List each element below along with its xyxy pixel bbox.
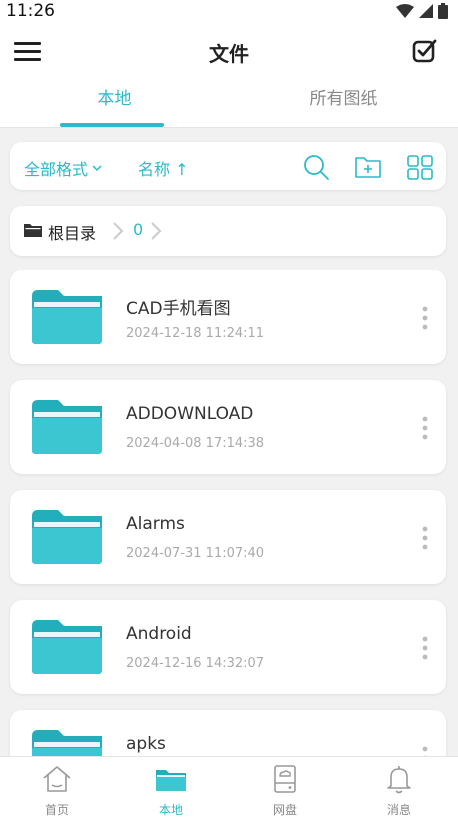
list-item[interactable]: ADDOWNLOAD 2024-04-08 17:14:38 (10, 380, 446, 474)
nav-local[interactable]: 本地 (114, 757, 228, 820)
nav-cloud-drive[interactable]: 网盘 (228, 757, 342, 820)
chevron-right-icon (151, 222, 162, 240)
format-filter-label: 全部格式 (24, 160, 89, 179)
file-date: 2024-12-16 14:32:07 (126, 656, 265, 671)
more-options-icon[interactable] (422, 636, 428, 660)
tab-all-drawings[interactable]: 所有图纸 (229, 84, 458, 109)
nav-cloud-drive-label: 网盘 (272, 803, 297, 817)
search-icon[interactable] (302, 153, 330, 181)
chevron-down-icon (92, 165, 102, 172)
folder-icon (32, 290, 102, 344)
folder-icon (156, 770, 186, 791)
file-name: Alarms (126, 514, 185, 534)
file-name: ADDOWNLOAD (126, 404, 254, 424)
bottom-navigation: 首页 本地 网盘 消息 (0, 756, 458, 820)
file-name: Android (126, 624, 192, 644)
cloud-drive-icon (274, 765, 296, 793)
tab-local[interactable]: 本地 (0, 84, 229, 109)
list-item[interactable]: CAD手机看图 2024-12-18 11:24:11 (10, 270, 446, 364)
status-bar: 11:26 (0, 0, 458, 22)
nav-messages[interactable]: 消息 (342, 757, 456, 820)
folder-icon (32, 730, 102, 756)
battery-icon (438, 3, 448, 19)
folder-icon (32, 510, 102, 564)
nav-local-label: 本地 (158, 803, 183, 817)
multi-select-icon[interactable] (412, 38, 438, 64)
status-time: 11:26 (6, 1, 55, 21)
file-date: 2024-04-08 17:14:38 (126, 436, 265, 451)
breadcrumb-current[interactable]: 0 (133, 220, 143, 239)
status-icons (396, 3, 448, 19)
more-options-icon[interactable] (422, 306, 428, 330)
list-item[interactable]: apks (10, 710, 446, 756)
file-list: CAD手机看图 2024-12-18 11:24:11 ADDOWNLOAD 2… (0, 270, 458, 756)
filter-toolbar: 全部格式 名称 ↑ (10, 142, 446, 190)
file-date: 2024-12-18 11:24:11 (126, 326, 265, 341)
tab-indicator (60, 123, 164, 127)
more-options-icon[interactable] (422, 416, 428, 440)
grid-view-icon[interactable] (406, 153, 434, 181)
sort-label: 名称 ↑ (138, 160, 189, 179)
nav-home-label: 首页 (44, 803, 69, 817)
signal-icon (419, 4, 433, 18)
wifi-icon (396, 4, 414, 18)
breadcrumb-root[interactable]: 根目录 (48, 220, 96, 244)
app-bar: 文件 本地 所有图纸 (0, 22, 458, 128)
breadcrumb: 根目录 0 (10, 206, 446, 256)
nav-home[interactable]: 首页 (0, 757, 114, 820)
list-item[interactable]: Android 2024-12-16 14:32:07 (10, 600, 446, 694)
file-name: CAD手机看图 (126, 299, 231, 319)
chevron-right-icon (113, 222, 124, 240)
nav-messages-label: 消息 (386, 803, 411, 817)
new-folder-icon[interactable] (354, 153, 382, 181)
more-options-icon[interactable] (422, 526, 428, 550)
page-title: 文件 (209, 42, 249, 66)
file-date: 2024-07-31 11:07:40 (126, 546, 265, 561)
sort-by-name-button[interactable]: 名称 ↑ (138, 156, 189, 180)
format-filter-dropdown[interactable]: 全部格式 (24, 156, 102, 180)
list-item[interactable]: Alarms 2024-07-31 11:07:40 (10, 490, 446, 584)
bell-icon (387, 766, 411, 794)
more-options-icon[interactable] (422, 746, 428, 756)
folder-icon (32, 620, 102, 674)
folder-icon (32, 400, 102, 454)
folder-icon (24, 224, 42, 237)
file-name: apks (126, 734, 166, 754)
home-icon (43, 766, 71, 792)
